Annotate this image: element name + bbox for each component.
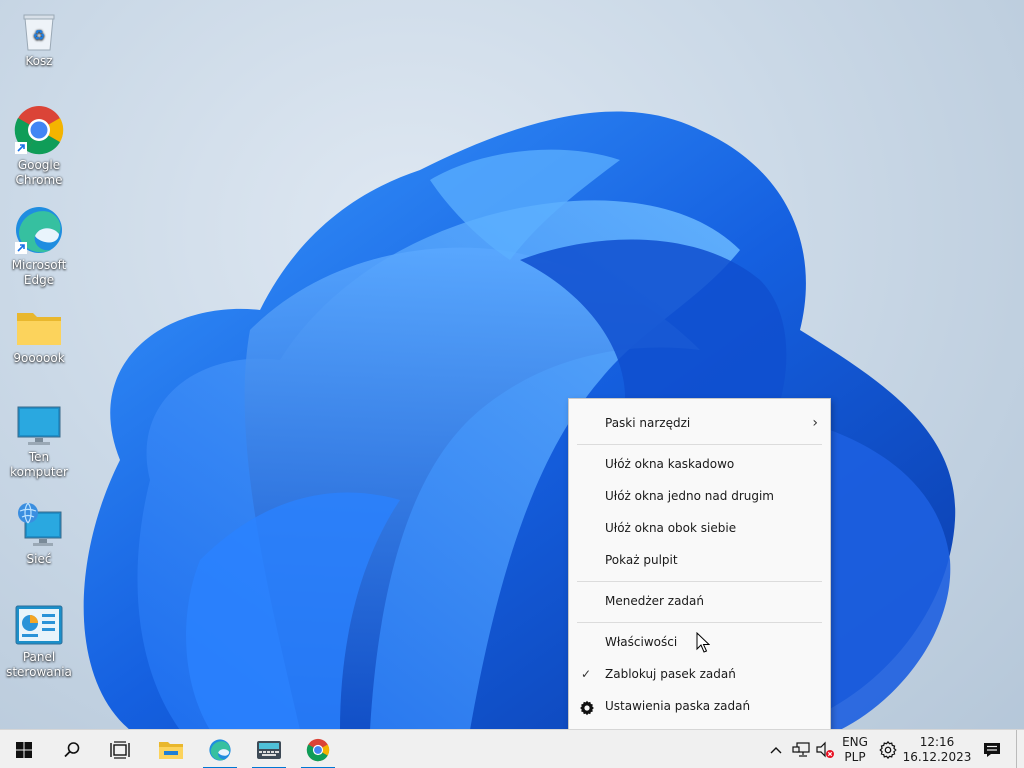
menu-item-label: Menedżer zadań [605,594,704,608]
gear-icon [579,698,595,716]
desktop-icon-folder[interactable]: 9oooook [0,305,78,366]
menu-item-label: Ułóż okna obok siebie [605,521,737,535]
desktop-icon-google-chrome[interactable]: Google Chrome [0,104,78,188]
desktop-icon-label: Microsoft Edge [11,258,67,287]
clock-button[interactable]: 12:16 16.12.2023 [902,730,972,768]
gear-icon [879,740,897,759]
settings-button[interactable] [876,730,900,768]
desktop-icon-recycle-bin[interactable]: ♻ Kosz [0,10,78,69]
show-hidden-icons-button[interactable] [766,730,786,768]
menu-item-label: Ustawienia paska zadań [605,699,751,713]
menu-item-stack-windows[interactable]: Ułóż okna jedno nad drugim [569,482,830,510]
keyboard-layout-label: PLP [844,749,866,764]
start-button[interactable] [4,730,44,768]
task-view-button[interactable] [100,730,140,768]
taskbar-context-menu: Paski narzędzi › Ułóż okna kaskadowo Ułó… [568,398,831,731]
input-language-button[interactable]: ENG PLP [838,730,872,768]
file-explorer-icon [159,741,183,759]
svg-text:♻: ♻ [33,28,46,44]
start-icon [16,741,32,758]
menu-item-label: Właściwości [605,635,678,649]
menu-separator [577,581,822,582]
desktop-icon-label: Kosz [25,54,53,68]
show-desktop-button[interactable] [1016,730,1024,768]
network-wired-icon [792,741,810,757]
network-icon [13,500,65,550]
chevron-right-icon: › [812,415,818,431]
desktop-icon-network[interactable]: Sieć [0,500,78,567]
desktop-wallpaper [83,111,956,730]
desktop-icon-label: Sieć [26,552,52,566]
clock-time: 12:16 [919,734,955,749]
desktop-icon-label: Google Chrome [15,158,63,187]
menu-item-label: Paski narzędzi [605,416,691,430]
taskbar-on-screen-keyboard[interactable] [248,730,290,768]
desktop-icon-label: 9oooook [13,351,65,365]
taskbar-file-explorer[interactable] [150,730,192,768]
desktop-icon-control-panel[interactable]: Panel sterowania [0,604,78,680]
menu-separator [577,622,822,623]
on-screen-keyboard-icon [257,740,281,759]
menu-item-label: Ułóż okna kaskadowo [605,457,735,471]
edge-icon [13,204,65,256]
taskbar-chrome[interactable] [297,730,339,768]
clock-date: 16.12.2023 [902,749,972,764]
taskbar: ENG PLP 12:16 16.12.2023 [0,729,1024,768]
volume-muted-icon [816,741,834,758]
menu-item-side-by-side[interactable]: Ułóż okna obok siebie [569,514,830,542]
network-status-button[interactable] [790,730,812,768]
menu-item-label: Ułóż okna jedno nad drugim [605,489,774,503]
menu-separator [577,444,822,445]
menu-item-show-desktop[interactable]: Pokaż pulpit [569,546,830,574]
edge-icon [209,738,231,761]
chrome-icon [306,738,330,761]
menu-item-cascade-windows[interactable]: Ułóż okna kaskadowo [569,450,830,478]
desktop-icon-this-pc[interactable]: Ten komputer [0,404,78,480]
taskbar-edge[interactable] [199,730,241,768]
desktop-icon-microsoft-edge[interactable]: Microsoft Edge [0,204,78,288]
menu-item-lock-taskbar[interactable]: ✓ Zablokuj pasek zadań [569,660,830,688]
volume-button[interactable] [813,730,837,768]
checkmark-icon: ✓ [581,667,592,681]
search-button[interactable] [52,730,92,768]
chevron-up-icon [770,746,782,753]
menu-item-label: Pokaż pulpit [605,553,678,567]
task-view-icon [110,740,130,759]
action-center-button[interactable] [978,730,1006,768]
chrome-icon [13,104,65,156]
menu-item-taskbar-settings[interactable]: Ustawienia paska zadań [569,692,830,720]
mouse-cursor-icon [696,632,710,653]
search-icon [64,741,80,757]
desktop-icon-label: Panel sterowania [6,650,72,679]
computer-icon [13,404,65,448]
menu-item-task-manager[interactable]: Menedżer zadań [569,587,830,615]
language-label: ENG [842,734,868,749]
recycle-bin-icon: ♻ [19,10,59,52]
desktop-icon-label: Ten komputer [10,450,68,479]
control-panel-icon [13,604,65,648]
folder-icon [13,305,65,349]
menu-item-toolbars[interactable]: Paski narzędzi › [569,409,830,437]
menu-item-label: Zablokuj pasek zadań [605,667,736,681]
notifications-icon [984,742,1000,757]
